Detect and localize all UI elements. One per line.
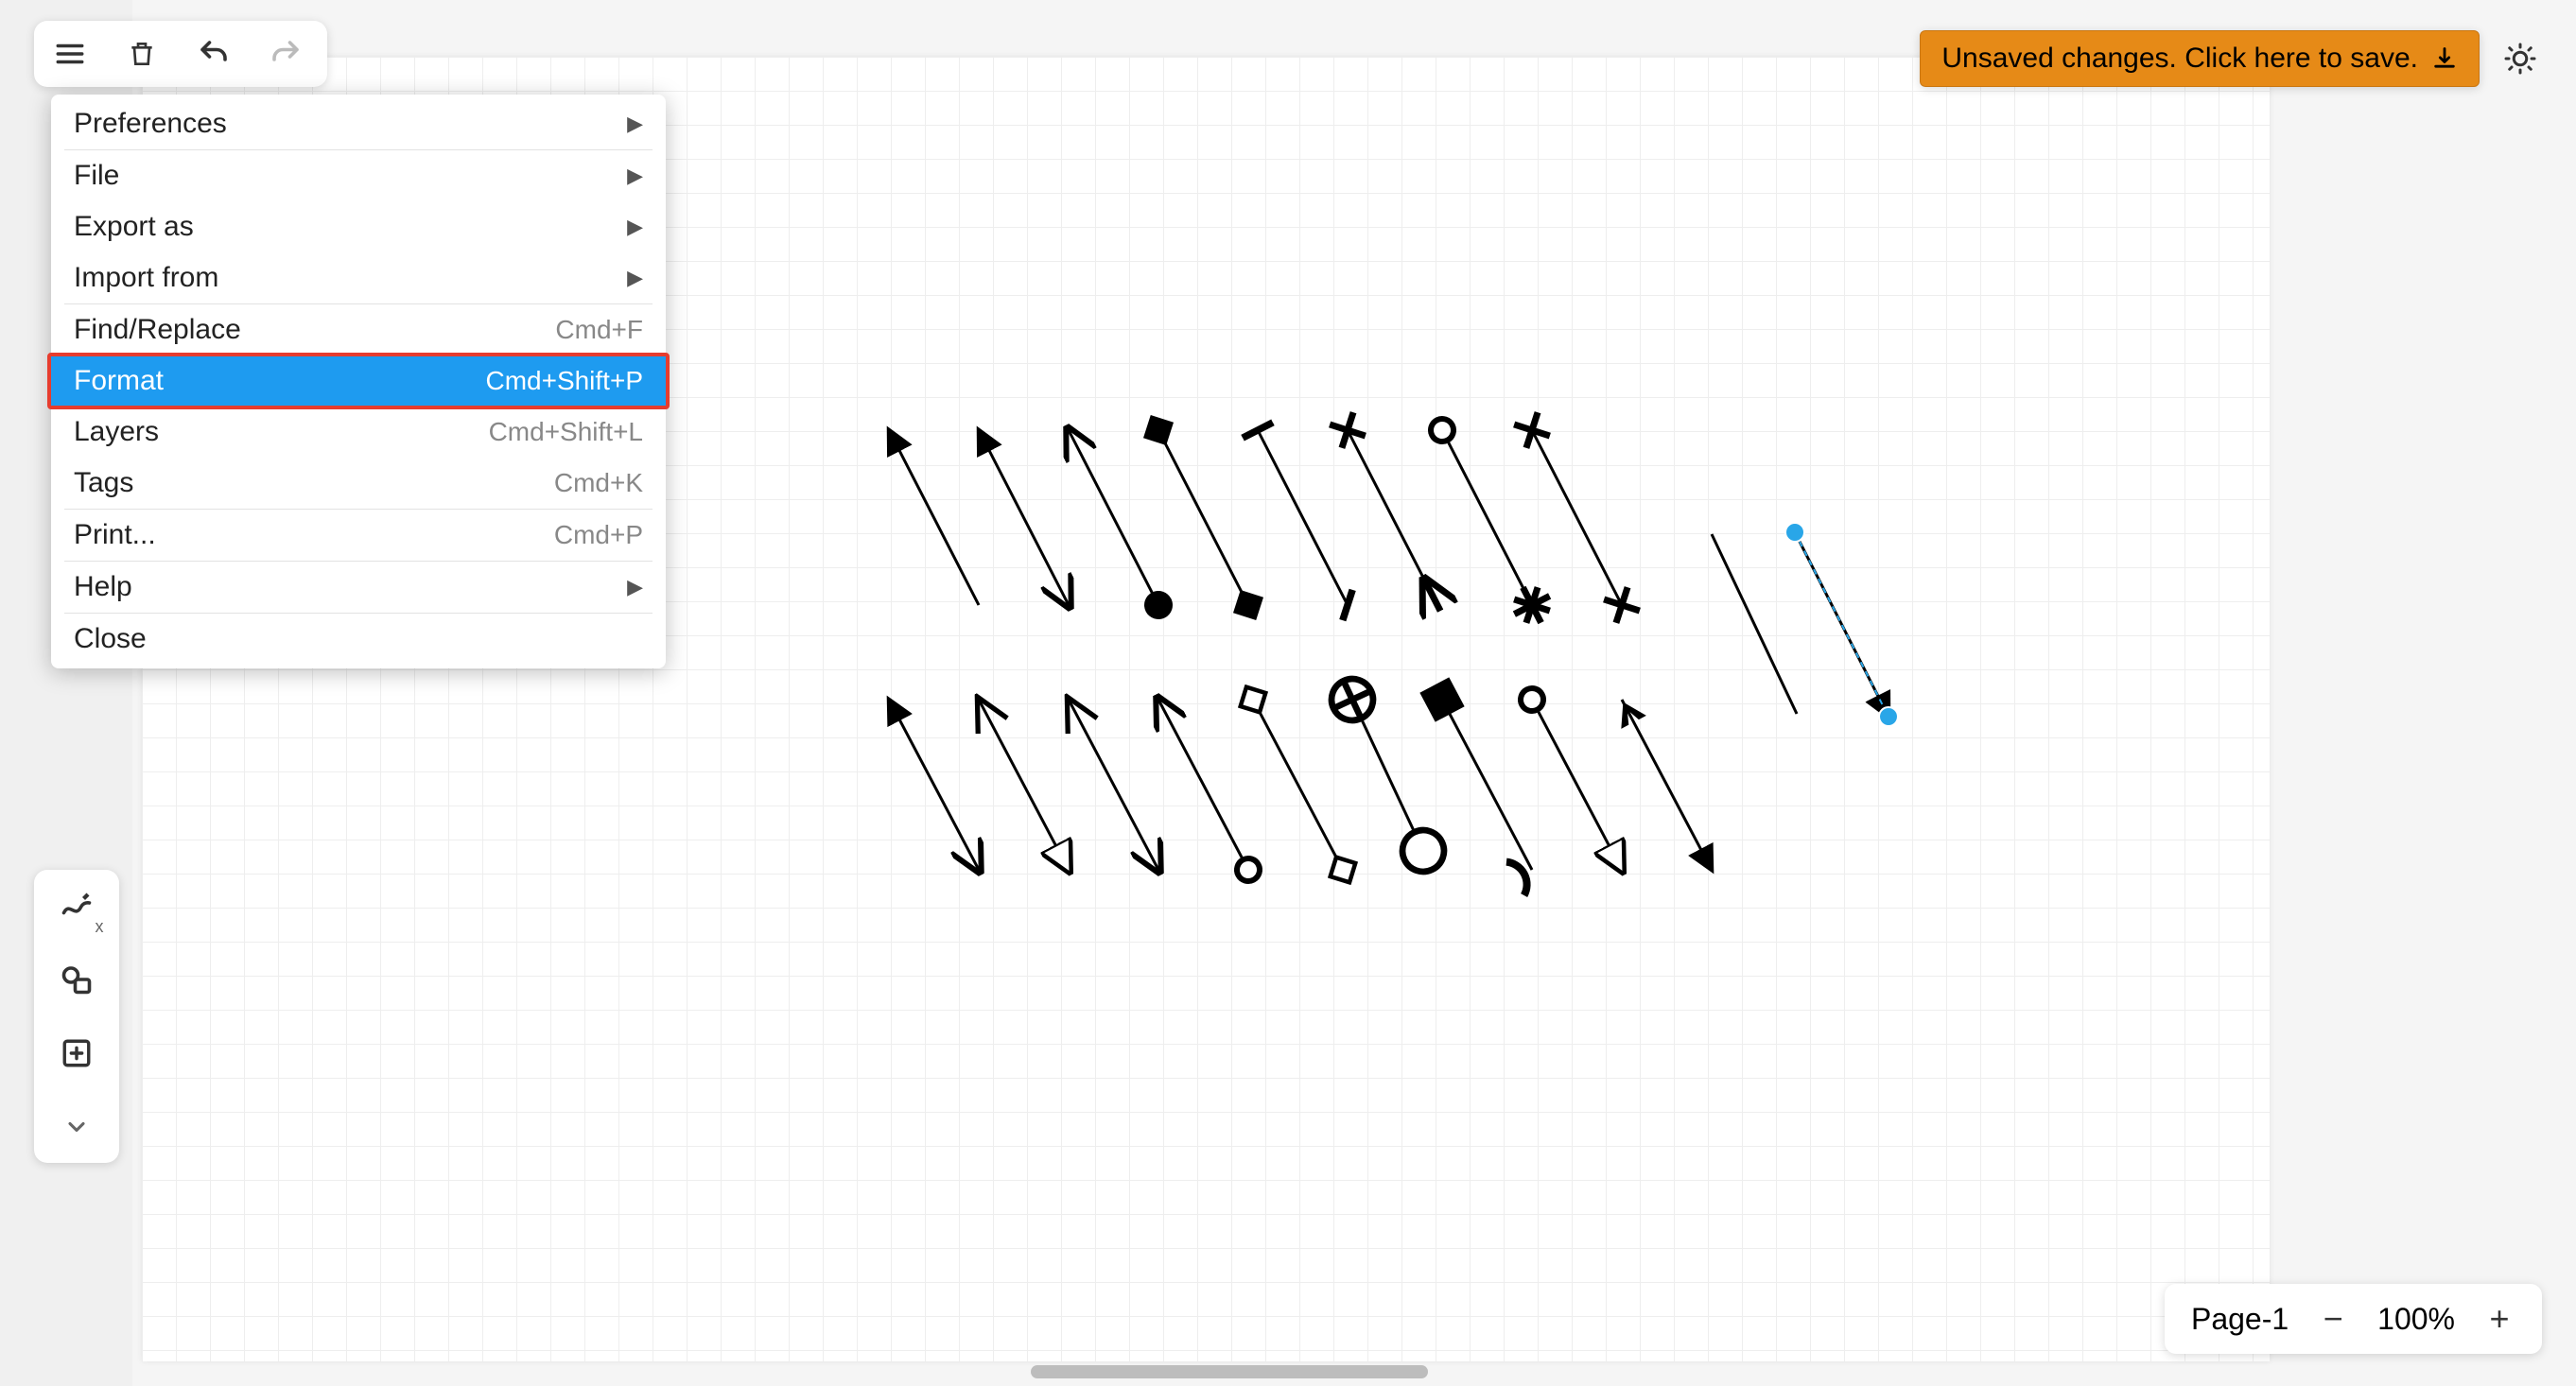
horizontal-scrollbar[interactable]: [142, 1365, 2283, 1380]
chevron-right-icon: ▶: [627, 266, 643, 290]
top-toolbar: [34, 21, 327, 87]
menu-item-shortcut: Cmd+P: [554, 520, 643, 550]
menu-item-close[interactable]: Close: [51, 614, 666, 665]
menu-item-file[interactable]: File ▶: [51, 150, 666, 201]
menu-item-import-from[interactable]: Import from ▶: [51, 252, 666, 303]
scrollbar-thumb[interactable]: [1031, 1365, 1428, 1378]
freehand-x-label: x: [96, 917, 104, 937]
status-bar: Page-1 − 100% +: [2165, 1284, 2542, 1354]
top-right-controls: Unsaved changes. Click here to save.: [1920, 30, 2542, 87]
plus-square-icon: [61, 1037, 93, 1069]
menu-item-shortcut: Cmd+Shift+L: [489, 417, 643, 447]
menu-item-shortcut: Cmd+F: [555, 315, 643, 345]
chevron-right-icon: ▶: [627, 215, 643, 239]
menu-item-label: Close: [74, 623, 147, 655]
zoom-level[interactable]: 100%: [2377, 1302, 2455, 1337]
appearance-toggle[interactable]: [2498, 37, 2542, 80]
main-menu-button[interactable]: [47, 31, 93, 77]
menu-item-label: Print...: [74, 519, 156, 551]
menu-item-export-as[interactable]: Export as ▶: [51, 201, 666, 252]
menu-item-tags[interactable]: Tags Cmd+K: [51, 458, 666, 509]
chevron-right-icon: ▶: [627, 575, 643, 599]
chevron-right-icon: ▶: [627, 164, 643, 188]
menu-item-label: Import from: [74, 262, 218, 294]
zoom-in-button[interactable]: +: [2483, 1299, 2515, 1339]
save-banner-text: Unsaved changes. Click here to save.: [1941, 43, 2418, 75]
undo-button[interactable]: [191, 31, 236, 77]
menu-item-format[interactable]: Format Cmd+Shift+P: [51, 355, 666, 407]
save-banner[interactable]: Unsaved changes. Click here to save.: [1920, 30, 2480, 87]
toolbar-expand[interactable]: [54, 1104, 99, 1150]
menu-item-print[interactable]: Print... Cmd+P: [51, 510, 666, 561]
pencil-icon: [60, 889, 94, 923]
menu-item-help[interactable]: Help ▶: [51, 562, 666, 613]
main-menu: Preferences▶File▶Export as▶Import from▶F…: [51, 95, 666, 668]
sun-icon: [2503, 42, 2537, 76]
page-selector[interactable]: Page-1: [2191, 1302, 2289, 1337]
chevron-right-icon: ▶: [627, 112, 643, 136]
menu-item-shortcut: Cmd+K: [554, 468, 643, 498]
insert-tool[interactable]: [54, 1031, 99, 1076]
delete-button[interactable]: [119, 31, 165, 77]
menu-item-label: Format: [74, 365, 164, 397]
hamburger-icon: [54, 38, 86, 70]
side-toolbar: x: [34, 870, 119, 1163]
shapes-icon: [60, 962, 94, 996]
undo-icon: [197, 37, 231, 71]
trash-icon: [127, 39, 157, 69]
menu-item-label: Tags: [74, 467, 133, 499]
zoom-out-button[interactable]: −: [2317, 1299, 2349, 1339]
menu-item-label: Export as: [74, 211, 194, 243]
menu-item-label: Preferences: [74, 108, 227, 140]
menu-item-label: File: [74, 160, 119, 192]
freehand-tool[interactable]: x: [54, 883, 99, 928]
redo-button[interactable]: [263, 31, 308, 77]
menu-item-find-replace[interactable]: Find/Replace Cmd+F: [51, 304, 666, 355]
menu-item-preferences[interactable]: Preferences ▶: [51, 98, 666, 149]
redo-icon: [269, 37, 303, 71]
menu-item-shortcut: Cmd+Shift+P: [485, 366, 643, 396]
menu-item-label: Layers: [74, 416, 159, 448]
menu-item-layers[interactable]: Layers Cmd+Shift+L: [51, 407, 666, 458]
chevron-down-icon: [63, 1114, 90, 1140]
menu-item-label: Help: [74, 571, 132, 603]
shapes-tool[interactable]: [54, 957, 99, 1002]
menu-item-label: Find/Replace: [74, 314, 241, 346]
download-icon: [2431, 45, 2458, 72]
